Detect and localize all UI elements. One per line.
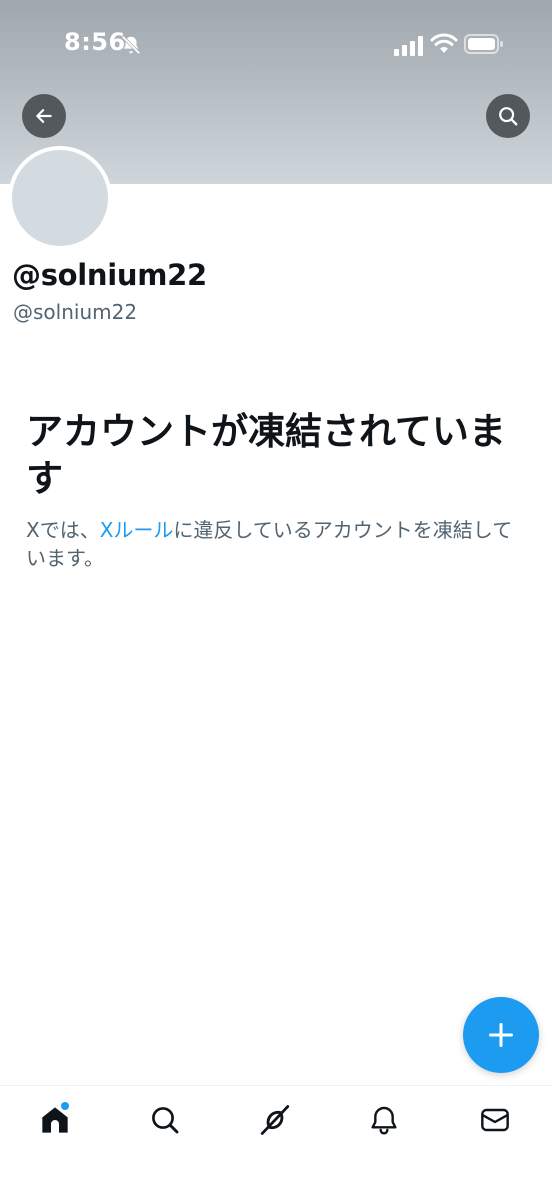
nav-messages[interactable]: [465, 1100, 525, 1140]
wifi-icon: [430, 33, 458, 53]
nav-grok[interactable]: [245, 1100, 305, 1140]
suspended-message: Xでは、Xルールに違反しているアカウントを凍結しています。: [26, 516, 526, 572]
search-button[interactable]: [486, 94, 530, 138]
bottom-navigation: [0, 1085, 552, 1200]
search-icon: [152, 1107, 179, 1134]
nav-home[interactable]: [25, 1100, 85, 1140]
suspended-title: アカウントが凍結されています: [26, 410, 506, 500]
signal-icon: [394, 36, 423, 56]
home-notification-dot: [61, 1102, 69, 1110]
x-rules-link[interactable]: Xルール: [100, 518, 174, 542]
compose-button[interactable]: [463, 997, 539, 1073]
bell-icon: [371, 1106, 397, 1135]
nav-search[interactable]: [135, 1100, 195, 1140]
avatar[interactable]: [8, 146, 112, 250]
search-icon: [499, 107, 518, 126]
bell-mute-icon: [121, 35, 141, 55]
status-time: 8:56: [64, 28, 126, 56]
profile-screen: 8:56 @solnium22 @solnium22 アカウントが凍結されていま…: [0, 0, 552, 1200]
grok-icon: [260, 1105, 290, 1135]
plus-icon: [488, 1022, 514, 1048]
nav-notifications[interactable]: [354, 1100, 414, 1140]
status-bar: 8:56: [0, 0, 552, 92]
mail-icon: [481, 1108, 509, 1132]
suspended-message-prefix: Xでは、: [26, 518, 100, 542]
back-button[interactable]: [22, 94, 66, 138]
arrow-left-icon: [36, 109, 52, 123]
display-name: @solnium22: [12, 258, 207, 292]
user-handle: @solnium22: [13, 300, 138, 324]
battery-icon: [464, 34, 503, 54]
